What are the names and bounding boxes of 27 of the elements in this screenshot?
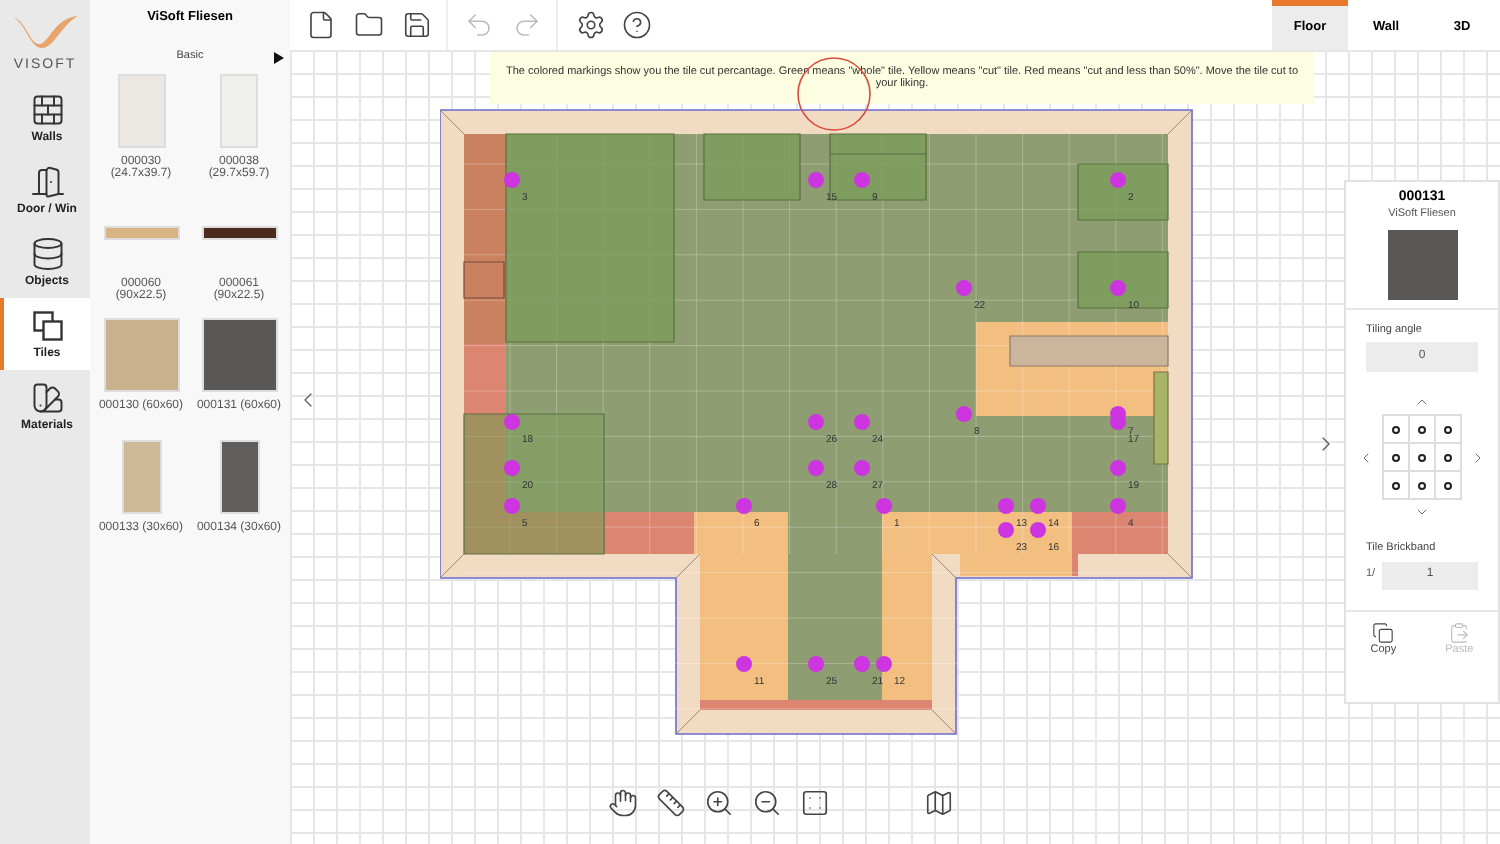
tile-swatch[interactable]: [121, 440, 161, 514]
anchor-point-button[interactable]: [1436, 444, 1460, 470]
tile-swatch[interactable]: [103, 318, 179, 392]
tile-swatch[interactable]: [103, 226, 179, 240]
anchor-point-button[interactable]: [1410, 416, 1434, 442]
anchor-point-button[interactable]: [1384, 444, 1408, 470]
squares-icon: [29, 308, 65, 344]
anchor-point-button[interactable]: [1384, 416, 1408, 442]
anchor-point-button[interactable]: [1410, 472, 1434, 498]
hand-icon[interactable]: [604, 784, 640, 820]
anchor-point-button[interactable]: [1384, 472, 1408, 498]
door-icon: [29, 164, 65, 200]
triangle-right-icon[interactable]: [274, 51, 284, 63]
selected-tile-swatch: [1387, 229, 1457, 299]
tile-swatch[interactable]: [117, 74, 165, 148]
tile-swatch[interactable]: [219, 440, 259, 514]
ruler-icon[interactable]: [652, 784, 688, 820]
database-icon: [29, 236, 65, 272]
tile-swatch[interactable]: [201, 226, 277, 240]
anchor-point-button[interactable]: [1410, 444, 1434, 470]
help-icon[interactable]: [618, 7, 654, 43]
anchor-point-button[interactable]: [1436, 472, 1460, 498]
swatch-fan-icon: [29, 380, 65, 416]
anchor-point-button[interactable]: [1436, 416, 1460, 442]
tile-swatch[interactable]: [201, 318, 277, 392]
tile-swatch[interactable]: [220, 74, 258, 148]
brick-wall-icon: [29, 92, 65, 128]
